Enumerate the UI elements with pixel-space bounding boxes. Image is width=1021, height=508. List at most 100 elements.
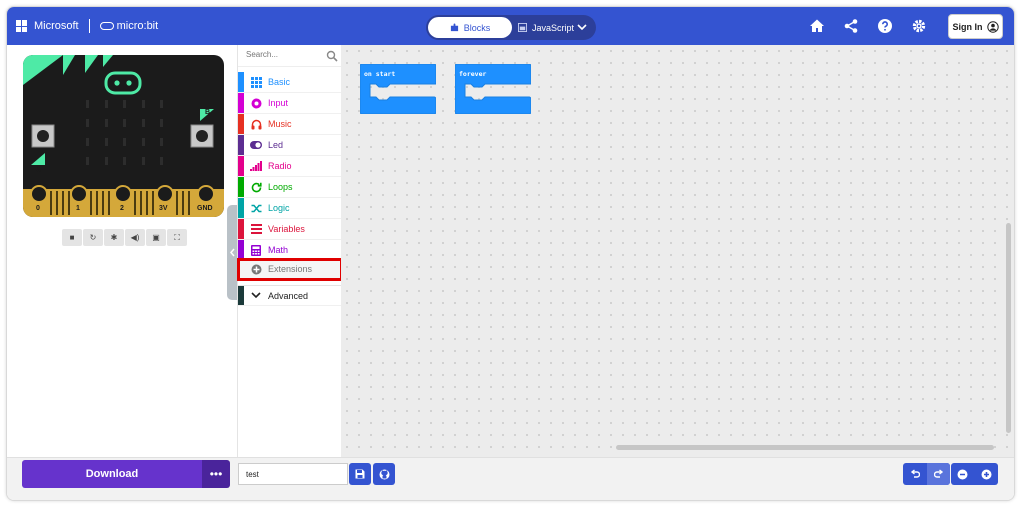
toolbox-category-math[interactable]: Math: [238, 240, 342, 261]
refresh-icon: [250, 181, 262, 193]
more-options-button[interactable]: •••: [202, 460, 230, 488]
pin-3v-label: 3V: [159, 205, 168, 212]
category-label: Math: [268, 245, 289, 255]
category-color-bar: [238, 72, 244, 92]
ellipsis-icon: •••: [209, 467, 223, 481]
puzzle-icon: [450, 23, 458, 32]
pin-1-label: 1: [76, 205, 80, 212]
restart-button[interactable]: ↻: [83, 229, 103, 246]
fullscreen-button[interactable]: ⛶: [167, 229, 187, 246]
category-label: Music: [268, 119, 292, 129]
category-color-bar: [238, 240, 244, 260]
restart-icon: ↻: [89, 233, 97, 242]
bottom-toolbar: Download •••: [7, 457, 1014, 500]
tab-blocks-label: Blocks: [463, 22, 491, 33]
add-circle-icon: [250, 263, 262, 275]
toolbox-category-input[interactable]: Input: [238, 93, 342, 114]
block-label: forever: [459, 70, 487, 78]
category-label: Basic: [268, 77, 291, 87]
undo-button[interactable]: [903, 463, 926, 485]
save-button[interactable]: [349, 463, 371, 485]
chevron-down-icon: [250, 290, 262, 302]
help-icon[interactable]: [877, 18, 893, 34]
brand-name: Microsoft: [34, 20, 79, 32]
shuffle-icon: [250, 202, 262, 214]
category-label: Radio: [268, 161, 292, 171]
zoom-in-button[interactable]: [975, 463, 998, 485]
tab-javascript-label: JavaScript: [532, 22, 575, 33]
category-color-bar: [238, 219, 244, 239]
brand-separator: [88, 19, 90, 33]
button-b-label: B: [205, 109, 211, 116]
on-start-block[interactable]: on start: [359, 63, 437, 115]
toolbox-category-advanced[interactable]: Advanced: [238, 285, 342, 306]
screenshot-button[interactable]: ▣: [146, 229, 166, 246]
toolbox-category-loops[interactable]: Loops: [238, 177, 342, 198]
pin-0-label: 0: [36, 205, 40, 212]
tab-javascript[interactable]: JavaScript: [518, 17, 574, 38]
chevron-down-icon[interactable]: [576, 21, 588, 33]
download-label: Download: [85, 468, 139, 480]
zoom-in-icon: [981, 469, 992, 479]
calculator-icon: [250, 244, 262, 256]
zoom-out-button[interactable]: [951, 463, 974, 485]
toolbox-category-variables[interactable]: Variables: [238, 219, 342, 240]
blocks-workspace[interactable]: on start forever: [341, 45, 1014, 457]
category-label: Advanced: [268, 290, 309, 301]
redo-button[interactable]: [927, 463, 950, 485]
toolbox: Basic Input Music Led Radio Loops: [237, 45, 343, 457]
mute-icon: ◀): [130, 233, 140, 242]
javascript-icon: [518, 23, 527, 32]
signal-bars-icon: [250, 160, 262, 172]
vertical-scrollbar[interactable]: [1006, 223, 1011, 433]
stop-button[interactable]: ■: [62, 229, 82, 246]
category-label: Extensions: [268, 264, 313, 274]
download-button[interactable]: Download: [22, 460, 202, 488]
toolbox-category-music[interactable]: Music: [238, 114, 342, 135]
home-icon[interactable]: [809, 18, 825, 34]
tab-blocks[interactable]: Blocks: [428, 17, 512, 38]
toolbox-search: [238, 45, 342, 67]
forever-block[interactable]: forever: [454, 63, 532, 115]
microbit-logo-icon: [99, 22, 114, 30]
undo-redo-group: [903, 463, 950, 485]
category-label: Input: [268, 98, 289, 108]
gear-icon[interactable]: [911, 18, 927, 34]
product-name: micro:bit: [116, 20, 159, 32]
share-icon[interactable]: [843, 18, 859, 34]
category-label: Led: [268, 140, 284, 150]
app-window: Microsoft micro:bit Blocks JavaScript Si…: [6, 6, 1015, 501]
toolbox-category-basic[interactable]: Basic: [238, 72, 342, 93]
category-color-bar: [238, 114, 244, 134]
microsoft-logo-icon: [16, 20, 28, 32]
category-color-bar: [238, 259, 244, 279]
block-label: on start: [364, 70, 396, 78]
project-name-input[interactable]: [238, 463, 348, 485]
microbit-board[interactable]: A B 0 1 2 3V GND: [23, 55, 224, 217]
category-color-bar: [238, 156, 244, 176]
horizontal-scrollbar[interactable]: [616, 445, 994, 450]
debug-icon: ✱: [110, 233, 118, 242]
toolbox-category-led[interactable]: Led: [238, 135, 342, 156]
search-icon[interactable]: [326, 50, 338, 62]
github-button[interactable]: [373, 463, 395, 485]
debug-button[interactable]: ✱: [104, 229, 124, 246]
sign-in-button[interactable]: Sign In: [948, 14, 1003, 39]
category-color-bar: [238, 198, 244, 218]
category-color-bar: [238, 93, 244, 113]
toolbox-category-logic[interactable]: Logic: [238, 198, 342, 219]
undo-icon: [910, 469, 920, 478]
mute-button[interactable]: ◀): [125, 229, 145, 246]
github-icon: [379, 469, 389, 479]
category-color-bar: [238, 135, 244, 155]
search-input[interactable]: [246, 50, 326, 59]
simulator-controls: ■ ↻ ✱ ◀) ▣ ⛶: [62, 229, 187, 246]
microbit-board-graphic: [23, 55, 224, 217]
user-icon: [986, 20, 999, 33]
brand[interactable]: Microsoft micro:bit: [16, 19, 158, 33]
category-label: Loops: [268, 182, 293, 192]
category-label: Logic: [268, 203, 290, 213]
toolbox-category-radio[interactable]: Radio: [238, 156, 342, 177]
toggle-icon: [250, 139, 262, 151]
toolbox-category-extensions[interactable]: Extensions: [237, 258, 343, 281]
